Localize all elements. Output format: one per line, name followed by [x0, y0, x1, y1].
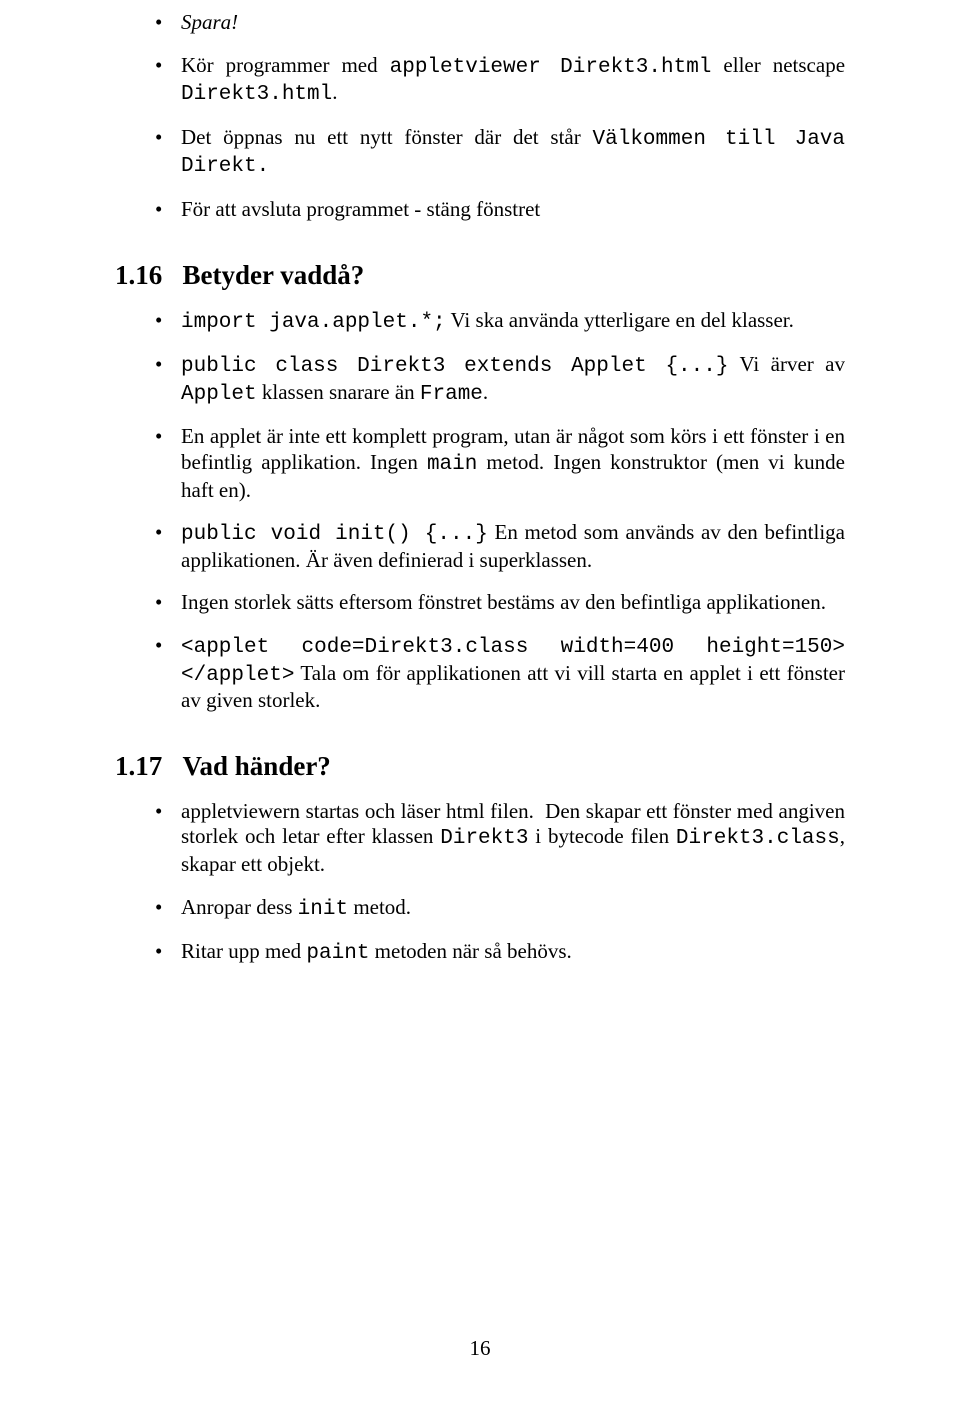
list-item: Ritar upp med paint metoden när så behöv… [155, 939, 845, 967]
list-item: Spara! [155, 10, 845, 36]
list-item: public void init() {...} En metod som an… [155, 520, 845, 573]
page-number: 16 [0, 1336, 960, 1362]
bullet-list-2: import java.applet.*; Vi ska använda ytt… [155, 308, 845, 714]
list-item: appletviewern startas och läser html fil… [155, 799, 845, 878]
section-heading-1-16: 1.16 Betyder vaddå? [115, 259, 845, 292]
list-item: Det öppnas nu ett nytt fönster där det s… [155, 125, 845, 180]
section-heading-1-17: 1.17 Vad händer? [115, 750, 845, 783]
list-item: import java.applet.*; Vi ska använda ytt… [155, 308, 845, 336]
list-item: <applet code=Direkt3.class width=400 hei… [155, 633, 845, 714]
list-item: Anropar dess init metod. [155, 895, 845, 923]
section-title: Vad händer? [183, 751, 331, 781]
list-item: Ingen storlek sätts eftersom fönstret be… [155, 590, 845, 616]
page: Spara! Kör programmer med appletviewer D… [0, 0, 960, 1414]
bullet-list-3: appletviewern startas och läser html fil… [155, 799, 845, 967]
list-item: För att avsluta programmet - stäng fönst… [155, 197, 845, 223]
bullet-list-1: Spara! Kör programmer med appletviewer D… [155, 10, 845, 223]
section-number: 1.16 [115, 260, 162, 290]
list-item: public class Direkt3 extends Applet {...… [155, 352, 845, 407]
list-item: Kör programmer med appletviewer Direkt3.… [155, 53, 845, 108]
section-title: Betyder vaddå? [183, 260, 365, 290]
section-number: 1.17 [115, 751, 162, 781]
list-item: En applet är inte ett komplett program, … [155, 424, 845, 503]
